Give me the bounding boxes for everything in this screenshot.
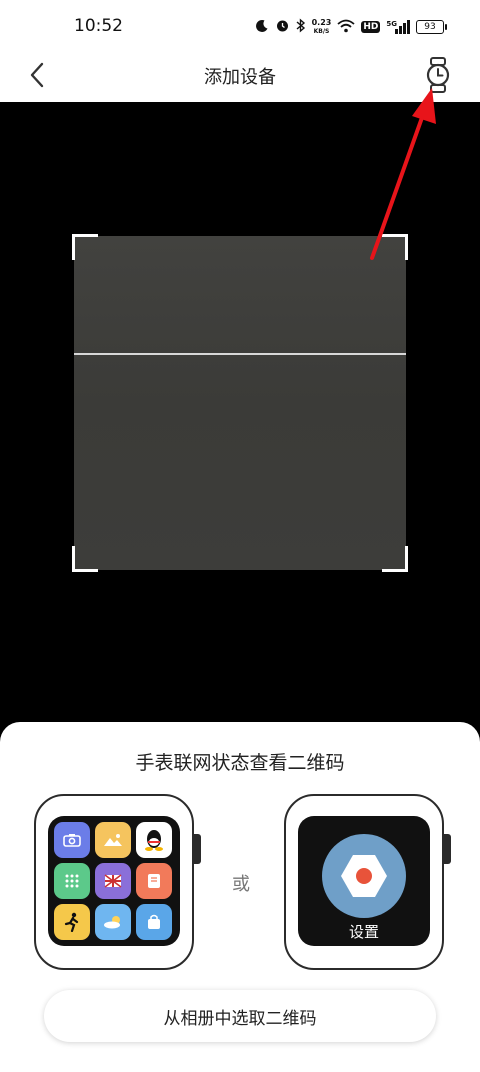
scan-corner-top-right xyxy=(382,234,408,260)
bottom-sheet: 手表联网状态查看二维码 或 设置 从相册中选取二维码 xyxy=(0,722,480,1072)
note-icon xyxy=(136,863,172,899)
signal-icon: 5G xyxy=(386,20,410,34)
scan-line xyxy=(74,353,406,355)
hd-badge: HD xyxy=(361,21,381,33)
bag-icon xyxy=(136,904,172,940)
qr-scanner-viewport xyxy=(0,102,480,742)
network-type: 5G xyxy=(386,20,397,28)
camera-icon xyxy=(54,822,90,858)
moon-icon xyxy=(255,19,269,36)
watch-screen xyxy=(48,816,180,946)
bluetooth-icon xyxy=(296,18,306,36)
scan-corner-top-left xyxy=(72,234,98,260)
qq-icon xyxy=(136,822,172,858)
wifi-icon xyxy=(337,19,355,36)
scan-corner-bottom-right xyxy=(382,546,408,572)
watch-crown xyxy=(444,834,451,864)
sheet-title: 手表联网状态查看二维码 xyxy=(135,752,345,774)
watch-icon xyxy=(426,57,450,93)
dialpad-icon xyxy=(54,863,90,899)
flag-icon xyxy=(95,863,131,899)
or-separator: 或 xyxy=(232,874,250,895)
watch-app-grid xyxy=(54,822,172,940)
weather-icon xyxy=(95,904,131,940)
status-bar: 10:52 0.23 KB/S HD 5G 93 xyxy=(0,0,480,52)
select-qr-from-album-button[interactable]: 从相册中选取二维码 xyxy=(44,990,436,1042)
status-time: 10:52 xyxy=(74,16,123,36)
camera-preview xyxy=(74,236,406,570)
settings-icon xyxy=(322,834,406,918)
watch-screen: 设置 xyxy=(298,816,430,946)
alarm-icon xyxy=(275,18,290,36)
net-speed-value: 0.23 xyxy=(311,18,332,27)
watch-illustration-apps xyxy=(34,794,201,970)
status-icons: 0.23 KB/S HD 5G 93 xyxy=(255,14,447,40)
net-speed: 0.23 KB/S xyxy=(312,18,332,36)
page-title: 添加设备 xyxy=(204,67,276,88)
scan-frame xyxy=(72,234,408,572)
settings-label: 设置 xyxy=(348,923,379,941)
battery-level: 93 xyxy=(424,22,436,32)
photo-icon xyxy=(95,822,131,858)
scan-corner-bottom-left xyxy=(72,546,98,572)
watch-illustration-settings: 设置 xyxy=(284,794,451,970)
battery-icon: 93 xyxy=(416,20,447,34)
title-bar: 添加设备 xyxy=(0,52,480,102)
watch-device-button[interactable] xyxy=(422,56,454,94)
running-icon xyxy=(54,904,90,940)
watch-crown xyxy=(194,834,201,864)
net-speed-unit: KB/S xyxy=(313,28,330,35)
